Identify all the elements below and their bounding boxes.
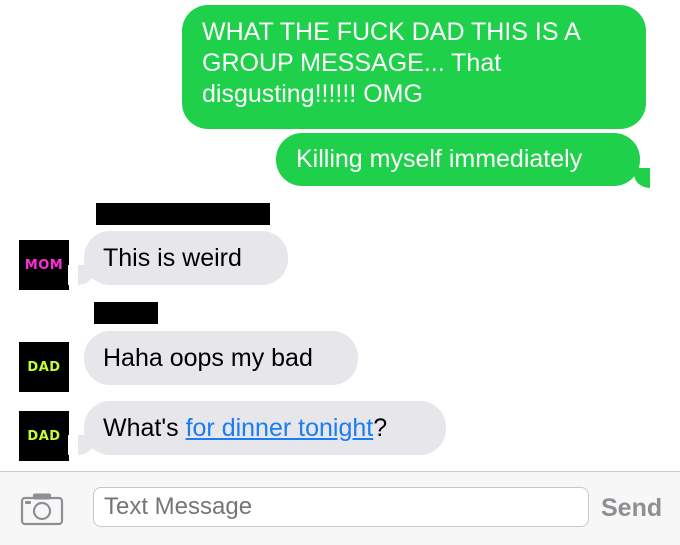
incoming-message-bubble[interactable]: This is weird	[84, 231, 288, 285]
outgoing-message-bubble[interactable]: WHAT THE FUCK DAD THIS IS A GROUP MESSAG…	[182, 5, 646, 129]
message-line: disgusting!!!!!! OMG	[202, 80, 423, 108]
message-text: Haha oops my bad	[103, 344, 313, 372]
dad-avatar[interactable]: DAD	[19, 342, 69, 392]
avatar-label: MOM	[24, 257, 64, 273]
message-text: What's	[103, 414, 186, 442]
message-text: Killing myself immediately	[296, 145, 583, 173]
send-button[interactable]: Send	[601, 492, 662, 524]
dinner-link[interactable]: for dinner tonight	[186, 414, 374, 442]
bubble-tail	[68, 435, 94, 455]
redacted-sender-name	[96, 203, 270, 225]
message-text: ?	[373, 414, 388, 442]
message-line: WHAT THE FUCK DAD THIS IS A	[202, 18, 581, 46]
outgoing-message-bubble[interactable]: Killing myself immediately	[276, 133, 640, 186]
incoming-message-bubble[interactable]: What's for dinner tonight?	[84, 401, 446, 455]
message-input[interactable]	[93, 487, 589, 527]
mom-avatar[interactable]: MOM	[19, 240, 69, 290]
incoming-message-bubble[interactable]: Haha oops my bad	[84, 331, 358, 385]
camera-icon[interactable]	[20, 492, 64, 526]
messages-screen: WHAT THE FUCK DAD THIS IS A GROUP MESSAG…	[0, 0, 680, 545]
bubble-tail	[68, 265, 94, 285]
message-composer: Send	[0, 471, 680, 545]
avatar-label: DAD	[27, 359, 61, 375]
message-text: This is weird	[103, 244, 242, 272]
bubble-tail	[634, 168, 660, 188]
redacted-sender-name	[94, 302, 158, 324]
avatar-label: DAD	[27, 428, 61, 444]
dad-avatar[interactable]: DAD	[19, 411, 69, 461]
message-line: GROUP MESSAGE... That	[202, 49, 502, 77]
